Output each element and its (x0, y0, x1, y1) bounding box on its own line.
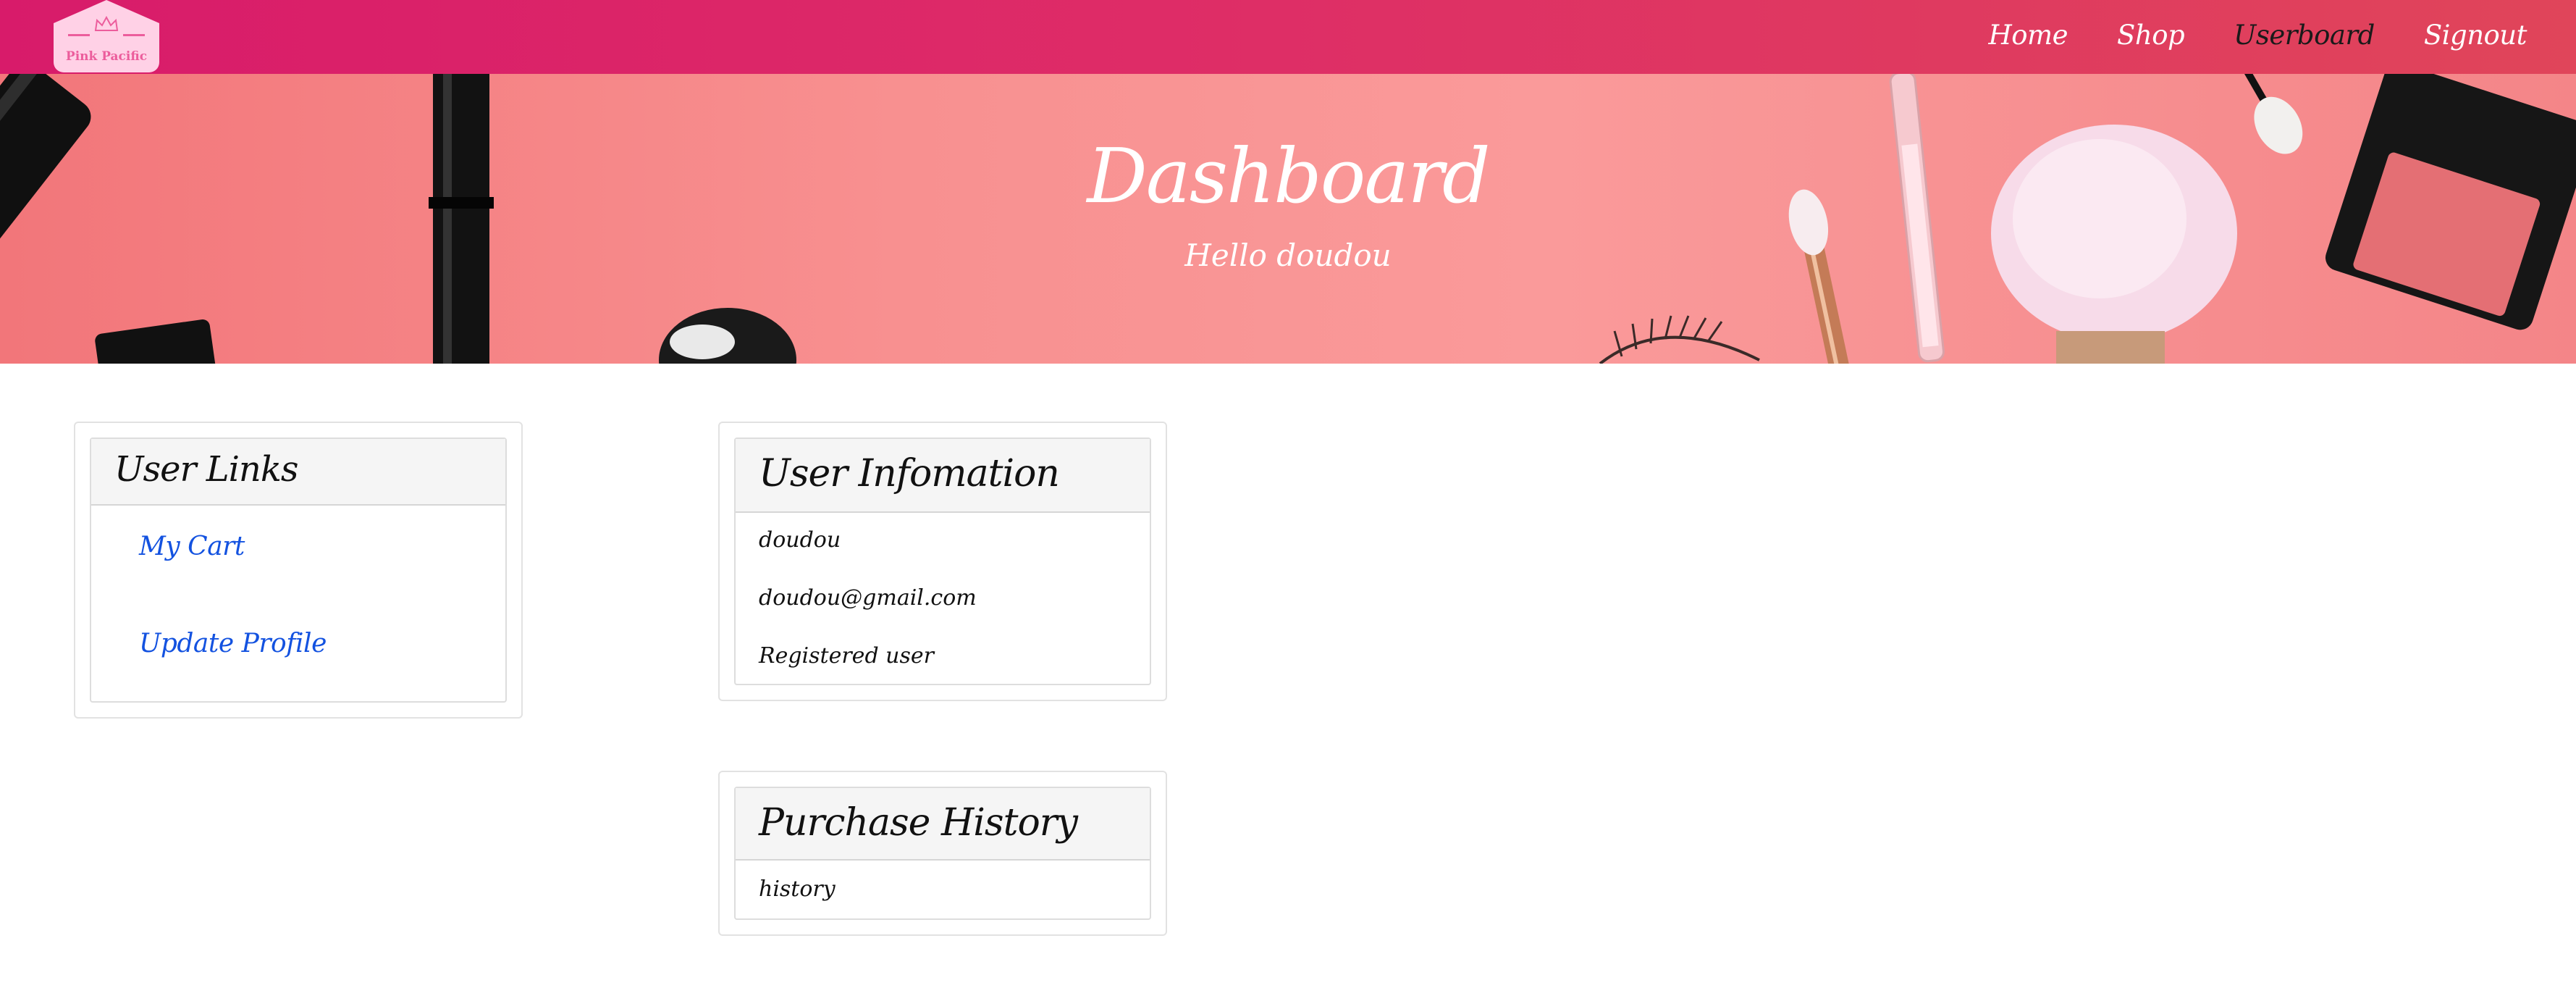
brand-name: Pink Pacific (65, 49, 148, 64)
logo-divider-right (123, 34, 145, 36)
update-profile-link[interactable]: Update Profile (139, 629, 327, 658)
nav-link-shop[interactable]: Shop (2117, 20, 2185, 51)
user-information-card: User Infomation doudou doudou@gmail.com … (734, 438, 1151, 685)
user-links-header: User Links (91, 439, 505, 506)
nav-link-userboard[interactable]: Userboard (2234, 20, 2375, 51)
user-links-card: User Links My Cart Update Profile (90, 438, 507, 703)
purchase-history-header: Purchase History (736, 788, 1150, 861)
my-cart-link[interactable]: My Cart (139, 532, 245, 561)
email-value: doudou@gmail.com (759, 585, 977, 611)
user-information-header: User Infomation (736, 439, 1150, 513)
crown-icon (94, 16, 119, 31)
user-role-value: Registered user (759, 643, 934, 669)
top-navbar: Pink Pacific Home Shop Userboard Signout (0, 0, 2576, 74)
username-value: doudou (759, 527, 841, 553)
brand-logo[interactable]: Pink Pacific (54, 0, 159, 72)
user-information-panel: User Infomation doudou doudou@gmail.com … (718, 422, 1167, 701)
nav-link-home[interactable]: Home (1989, 20, 2068, 51)
hero-banner: Dashboard Hello doudou (0, 74, 2576, 364)
page-title: Dashboard (1087, 132, 1490, 220)
greeting-text: Hello doudou (1184, 238, 1392, 273)
purchase-history-card: Purchase History history (734, 787, 1151, 920)
purchase-history-panel: Purchase History history (718, 771, 1167, 936)
logo-divider-left (68, 34, 90, 36)
user-information-title: User Infomation (759, 452, 1060, 495)
user-links-panel: User Links My Cart Update Profile (74, 422, 523, 719)
nav-link-signout[interactable]: Signout (2424, 20, 2527, 51)
purchase-history-title: Purchase History (759, 801, 1078, 845)
purchase-history-content: history (759, 876, 835, 902)
nav-links: Home Shop Userboard Signout (1989, 0, 2527, 70)
user-links-title: User Links (114, 449, 299, 490)
